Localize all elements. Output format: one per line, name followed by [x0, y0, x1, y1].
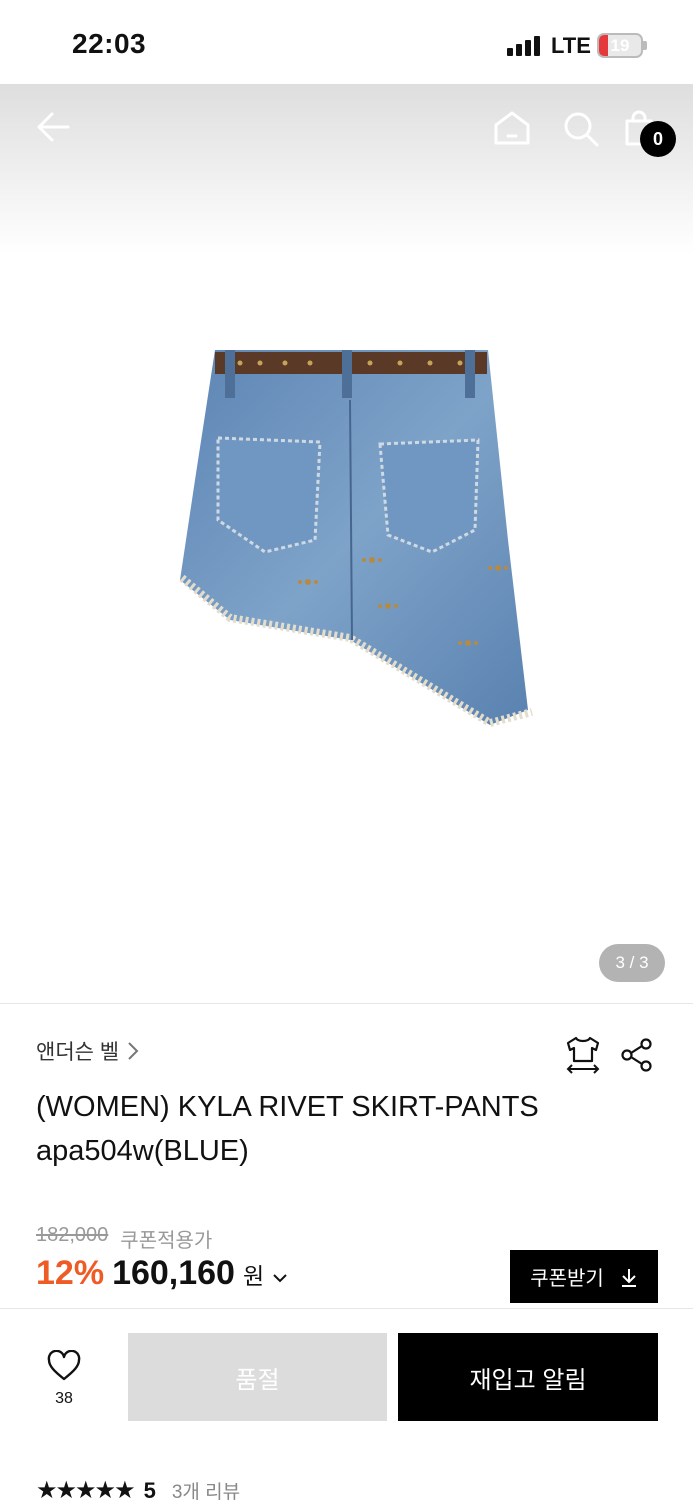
- coupon-download-button[interactable]: 쿠폰받기: [510, 1250, 658, 1303]
- chevron-down-icon[interactable]: [272, 1272, 288, 1284]
- review-summary[interactable]: ★★★★★ 5 3개 리뷰: [36, 1476, 240, 1500]
- price-row[interactable]: 12% 160,160 원: [36, 1254, 288, 1293]
- brand-link[interactable]: 앤더슨 벨: [36, 1036, 139, 1066]
- size-guide-icon[interactable]: [564, 1035, 602, 1075]
- network-label: LTE: [551, 33, 591, 58]
- coupon-price-note: 쿠폰적용가: [120, 1230, 213, 1252]
- image-page-indicator: 3 / 3: [599, 944, 665, 982]
- signal-icon: [507, 36, 540, 56]
- star-rating-icon: ★★★★★: [36, 1477, 136, 1500]
- soldout-button[interactable]: 품절: [128, 1333, 387, 1421]
- battery-tip: [643, 41, 647, 50]
- battery-level: 19: [610, 36, 630, 55]
- product-title: (WOMEN) KYLA RIVET SKIRT-PANTS apa504w(B…: [36, 1091, 539, 1167]
- brand-name: 앤더슨 벨: [36, 1041, 120, 1064]
- original-price: 182,000: [36, 1224, 109, 1246]
- restock-alert-button[interactable]: 재입고 알림: [398, 1333, 658, 1421]
- rating-value: 5: [143, 1477, 156, 1500]
- coupon-button-label: 쿠폰받기: [530, 1268, 604, 1290]
- status-bar: 22:03 LTE 19: [0, 0, 693, 84]
- download-icon: [621, 1268, 636, 1287]
- cart-count-badge[interactable]: 0: [640, 121, 676, 157]
- home-icon[interactable]: [493, 110, 531, 146]
- sale-price: 160,160: [112, 1254, 235, 1292]
- battery-icon: 19: [597, 33, 643, 58]
- discount-rate: 12%: [36, 1254, 105, 1292]
- search-icon[interactable]: [562, 110, 600, 148]
- original-price-row: 182,000 쿠폰적용가: [36, 1224, 212, 1253]
- status-time: 22:03: [72, 28, 147, 59]
- gallery-divider: [0, 1003, 693, 1004]
- share-icon[interactable]: [620, 1038, 654, 1072]
- heart-icon[interactable]: [46, 1349, 82, 1382]
- chevron-right-icon: [128, 1042, 139, 1060]
- product-image: [179, 350, 534, 728]
- like-count: 38: [55, 1390, 73, 1407]
- back-arrow-icon[interactable]: [34, 108, 72, 146]
- review-count: 3개 리뷰: [171, 1482, 241, 1500]
- like-button[interactable]: [44, 1349, 84, 1387]
- currency-label: 원: [242, 1263, 265, 1289]
- bottom-bar-divider: [0, 1308, 693, 1309]
